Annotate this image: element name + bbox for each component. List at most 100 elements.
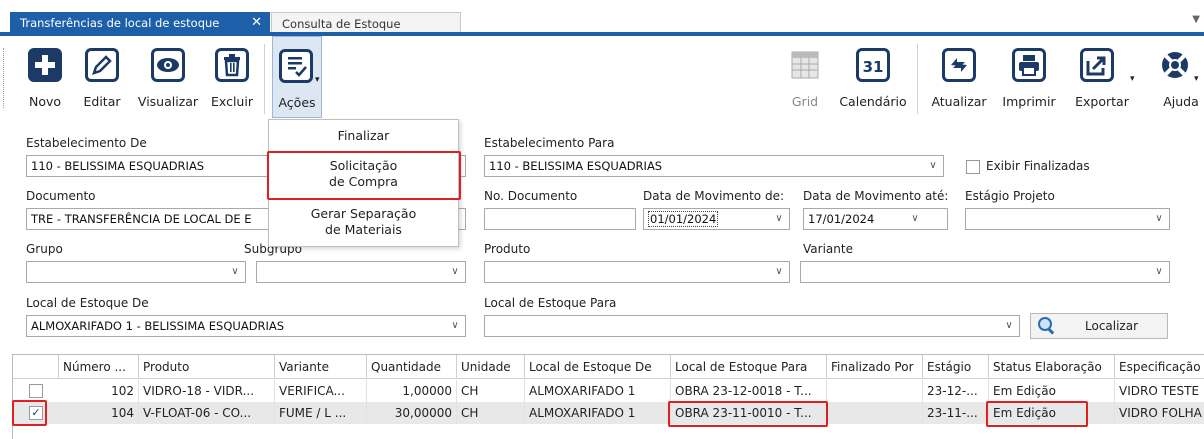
atualizar-button[interactable]: Atualizar (926, 36, 992, 118)
chevron-down-icon[interactable]: ∨ (1149, 209, 1169, 229)
local-para-select[interactable]: ∨ (484, 315, 1020, 337)
variante-label: Variante (803, 242, 853, 256)
pencil-icon (85, 48, 119, 82)
exportar-button[interactable]: ▾ Exportar (1068, 36, 1136, 118)
local-de-select[interactable]: ALMOXARIFADO 1 - BELISSIMA ESQUADRIAS ∨ (26, 315, 466, 337)
column-header[interactable]: Quantidade (367, 355, 457, 379)
data-de-input[interactable]: 01/01/2024 ∨ (643, 208, 790, 230)
local-de-value: ALMOXARIFADO 1 - BELISSIMA ESQUADRIAS (31, 319, 285, 333)
dropdown-arrow-icon: ▾ (315, 75, 320, 85)
calendario-label: Calendário (839, 94, 907, 109)
estab-para-label: Estabelecimento Para (484, 136, 615, 150)
cell: OBRA 23-12-0018 - T... (671, 380, 827, 402)
column-header[interactable]: Unidade (457, 355, 525, 379)
chevron-down-icon[interactable]: ▼ (1192, 14, 1200, 25)
novo-label: Novo (28, 94, 62, 109)
column-header[interactable]: Status Elaboração (989, 355, 1115, 379)
cell: ALMOXARIFADO 1 (525, 402, 671, 424)
excluir-button[interactable]: Excluir (205, 36, 259, 118)
highlight-box (986, 401, 1088, 427)
grid-button[interactable]: Grid (782, 36, 828, 118)
chevron-down-icon[interactable]: ∨ (445, 316, 465, 336)
estab-de-label: Estabelecimento De (26, 136, 147, 150)
calendario-button[interactable]: 31 Calendário (835, 36, 911, 118)
cell: CH (457, 402, 525, 424)
cell: FUME / L ... (275, 402, 367, 424)
local-de-label: Local de Estoque De (26, 296, 149, 310)
column-header[interactable]: Especificação (1115, 355, 1204, 379)
estab-para-select[interactable]: 110 - BELISSIMA ESQUADRIAS ∨ (484, 155, 944, 177)
cell: 30,00000 (367, 402, 457, 424)
column-header[interactable]: Estágio (923, 355, 989, 379)
no-documento-label: No. Documento (484, 189, 578, 203)
chevron-down-icon[interactable]: ∨ (923, 156, 943, 176)
tab-label: Transferências de local de estoque (20, 16, 220, 30)
column-header[interactable]: Variante (275, 355, 367, 379)
visualizar-button[interactable]: Visualizar (133, 36, 203, 118)
editar-label: Editar (83, 94, 121, 109)
cell: 104 (59, 402, 139, 424)
acoes-label: Ações (278, 95, 316, 110)
toolbar-separator (917, 44, 918, 114)
dropdown-arrow-icon: ▾ (1130, 74, 1135, 84)
dropdown-arrow-icon: ▾ (1194, 74, 1199, 84)
grupo-select[interactable]: ∨ (26, 261, 246, 283)
column-header[interactable]: Local de Estoque Para (671, 355, 827, 379)
column-header-check[interactable] (13, 355, 59, 379)
data-ate-input[interactable]: 17/01/2024 ∨ (803, 208, 948, 230)
cell: VERIFICA... (275, 380, 367, 402)
plus-icon (28, 48, 62, 82)
data-ate-value: 17/01/2024 (808, 212, 875, 226)
column-header[interactable]: Local de Estoque De (525, 355, 671, 379)
chevron-down-icon[interactable]: ∨ (445, 262, 465, 282)
calendar-icon: 31 (856, 48, 890, 82)
close-icon[interactable]: ✕ (251, 12, 262, 34)
acoes-button[interactable]: ▾ Ações (272, 36, 322, 118)
novo-button[interactable]: Novo (22, 36, 68, 118)
chevron-down-icon[interactable]: ∨ (1149, 262, 1169, 282)
printer-icon (1012, 48, 1046, 82)
column-header[interactable]: Número ... (59, 355, 139, 379)
column-header[interactable]: Produto (139, 355, 275, 379)
imprimir-button[interactable]: Imprimir (994, 36, 1064, 118)
chevron-down-icon[interactable]: ∨ (225, 262, 245, 282)
subgrupo-select[interactable]: ∨ (256, 261, 466, 283)
excluir-label: Excluir (211, 94, 253, 109)
exibir-finalizadas-checkbox[interactable] (966, 160, 980, 174)
ajuda-label: Ajuda (1163, 94, 1199, 109)
grid-label: Grid (791, 94, 819, 109)
editar-button[interactable]: Editar (76, 36, 128, 118)
magnifier-icon (1037, 316, 1057, 339)
tab-consulta-estoque[interactable]: Consulta de Estoque (271, 12, 461, 34)
chevron-down-icon[interactable]: ∨ (769, 262, 789, 282)
menu-item-finalizar[interactable]: Finalizar (269, 128, 458, 144)
row-checkbox[interactable] (29, 384, 43, 398)
estagio-projeto-select[interactable]: ∨ (965, 208, 1170, 230)
chevron-down-icon[interactable]: ∨ (905, 209, 925, 229)
estagio-projeto-label: Estágio Projeto (965, 189, 1055, 203)
localizar-button[interactable]: Localizar (1030, 313, 1168, 339)
chevron-down-icon[interactable]: ∨ (999, 316, 1019, 336)
menu-item-gerar-separacao[interactable]: Gerar Separação de Materiais (269, 206, 458, 238)
cell: 23-12-... (923, 380, 989, 402)
column-header[interactable]: Finalizado Por (827, 355, 923, 379)
chevron-down-icon[interactable]: ∨ (769, 209, 789, 229)
variante-select[interactable]: ∨ (800, 261, 1170, 283)
eye-icon (151, 48, 185, 82)
table-row[interactable]: 102 VIDRO-18 - VIDR... VERIFICA... 1,000… (13, 380, 1204, 402)
toolbar-ribbon: Novo Editar Visualizar Excluir ▾ Ações G… (0, 36, 1204, 118)
grid-icon (788, 48, 822, 82)
tab-transferencias[interactable]: Transferências de local de estoque ✕ (10, 12, 270, 34)
produto-select[interactable]: ∨ (484, 261, 790, 283)
cell: V-FLOAT-06 - CO... (139, 402, 275, 424)
ajuda-button[interactable]: ▾ Ajuda (1144, 36, 1202, 118)
no-documento-input[interactable] (484, 208, 636, 230)
cell: Em Edição (989, 380, 1115, 402)
cell: 102 (59, 380, 139, 402)
highlight-box (12, 400, 47, 426)
menu-item-line: Gerar Separação (310, 206, 417, 221)
trash-icon (215, 48, 249, 82)
cell (827, 402, 923, 424)
refresh-icon (942, 48, 976, 82)
local-para-label: Local de Estoque Para (484, 296, 617, 310)
